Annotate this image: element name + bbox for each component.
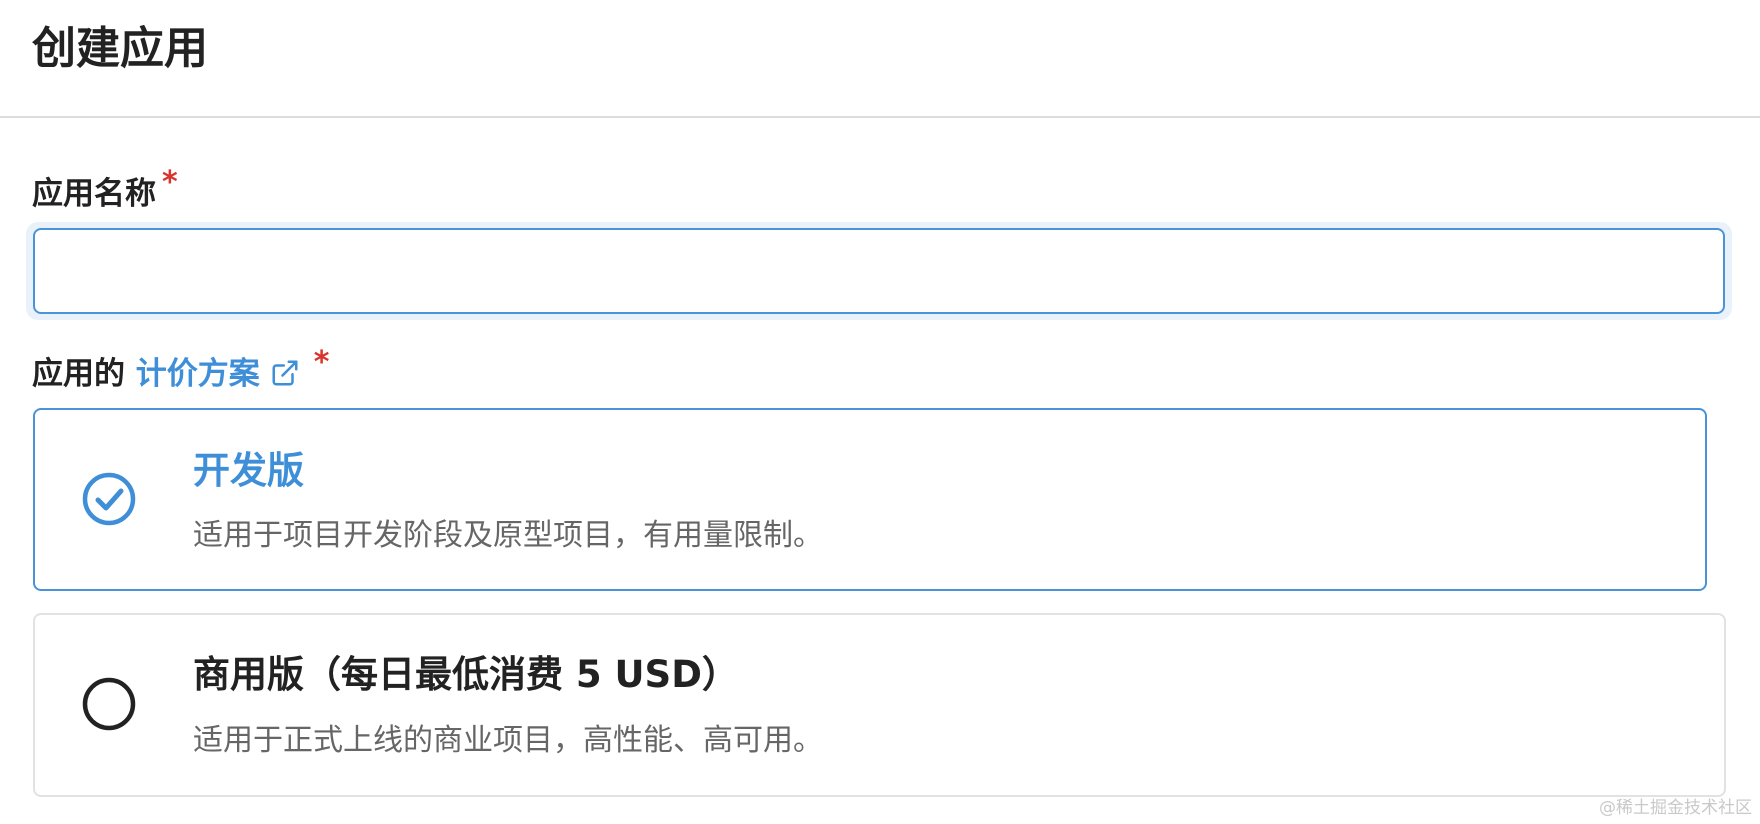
- required-marker: *: [162, 165, 178, 200]
- watermark: @稀土掘金技术社区: [1599, 798, 1752, 818]
- external-link-icon: [272, 360, 298, 386]
- pricing-label: 应用的 计价方案 *: [32, 345, 330, 397]
- plan-description: 适用于项目开发阶段及原型项目，有用量限制。: [193, 518, 823, 553]
- pricing-link-text: 计价方案: [135, 356, 260, 392]
- check-circle-icon: [82, 472, 136, 526]
- required-marker: *: [313, 345, 330, 380]
- plan-option-dev[interactable]: 开发版 适用于项目开发阶段及原型项目，有用量限制。: [33, 408, 1707, 591]
- plan-title: 开发版: [193, 449, 304, 492]
- radio-circle-icon: [82, 677, 136, 731]
- app-name-label-text: 应用名称: [32, 176, 156, 212]
- page-title: 创建应用: [32, 23, 208, 74]
- plan-title: 商用版（每日最低消费 5 USD）: [193, 653, 739, 696]
- plan-option-commercial[interactable]: 商用版（每日最低消费 5 USD） 适用于正式上线的商业项目，高性能、高可用。: [33, 613, 1726, 797]
- plan-description: 适用于正式上线的商业项目，高性能、高可用。: [193, 723, 823, 758]
- pricing-plan-link[interactable]: 计价方案: [136, 356, 300, 392]
- app-name-label: 应用名称 *: [32, 165, 178, 217]
- page-header: 创建应用: [0, 0, 1760, 118]
- pricing-label-prefix: 应用的: [32, 356, 125, 392]
- app-name-input[interactable]: [33, 228, 1725, 314]
